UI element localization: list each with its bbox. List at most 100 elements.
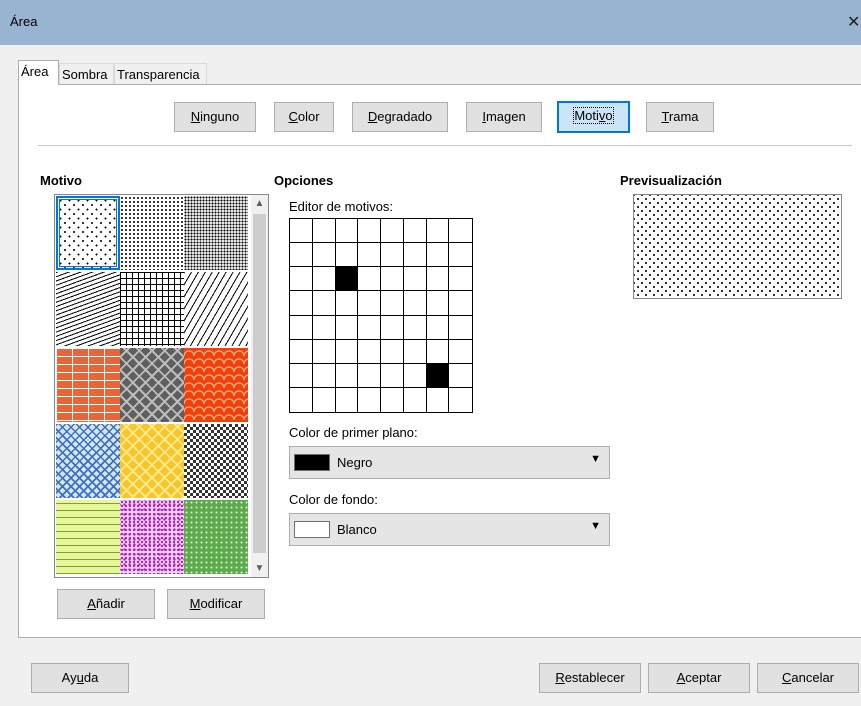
- pattern-swatch-waves-blue[interactable]: [56, 424, 120, 498]
- scroll-thumb[interactable]: [253, 214, 266, 553]
- pattern-editor-cell[interactable]: [404, 387, 427, 412]
- pattern-editor-cell[interactable]: [403, 291, 427, 316]
- pattern-editor-cell[interactable]: [403, 219, 427, 244]
- pattern-swatch-dots-sparse[interactable]: [56, 196, 120, 270]
- pattern-editor-cell[interactable]: [381, 387, 404, 412]
- pattern-editor-cell[interactable]: [312, 243, 336, 268]
- pattern-editor-cell[interactable]: [335, 219, 359, 244]
- pattern-swatch-small-grid[interactable]: [120, 272, 184, 346]
- fill-gradient-button[interactable]: Degradado: [352, 102, 448, 132]
- pattern-swatch-scales-red[interactable]: [184, 348, 248, 422]
- pattern-editor-cell[interactable]: [427, 387, 450, 412]
- pattern-swatch-speckle-magenta[interactable]: [120, 500, 184, 574]
- pattern-swatch-dots-dense[interactable]: [184, 196, 248, 270]
- cancel-button[interactable]: Cancelar: [757, 663, 859, 693]
- pattern-editor-cell[interactable]: [426, 315, 450, 340]
- pattern-editor-cell[interactable]: [290, 363, 313, 388]
- pattern-editor-cell[interactable]: [290, 387, 313, 412]
- pattern-editor-cell[interactable]: [312, 219, 336, 244]
- pattern-editor-cell[interactable]: [358, 315, 381, 340]
- pattern-editor-cell[interactable]: [403, 315, 427, 340]
- tab-area[interactable]: Área: [18, 60, 59, 85]
- pattern-swatch-zigzag-lines[interactable]: [56, 272, 120, 346]
- pattern-editor-cell[interactable]: [312, 339, 336, 364]
- pattern-editor-cell[interactable]: [381, 339, 404, 364]
- pattern-editor-cell[interactable]: [403, 267, 427, 292]
- pattern-editor-cell[interactable]: [335, 315, 359, 340]
- scroll-down-icon[interactable]: ▼: [251, 560, 268, 577]
- pattern-editor-cell[interactable]: [335, 363, 359, 388]
- pattern-swatch-dots-medium[interactable]: [120, 196, 184, 270]
- pattern-swatch-diagonal-dashes[interactable]: [184, 272, 248, 346]
- pattern-editor-grid[interactable]: [289, 218, 473, 413]
- pattern-editor-cell[interactable]: [335, 339, 359, 364]
- pattern-editor-cell[interactable]: [335, 267, 359, 292]
- pattern-swatch-speckle-green[interactable]: [184, 500, 248, 574]
- fill-image-button[interactable]: Imagen: [466, 102, 542, 132]
- pattern-editor-cell[interactable]: [426, 363, 450, 388]
- fill-none-button[interactable]: Ninguno: [174, 102, 256, 132]
- pattern-editor-cell[interactable]: [290, 339, 313, 364]
- reset-button[interactable]: Restablecer: [539, 663, 641, 693]
- fill-pattern-button[interactable]: Motivo: [557, 101, 630, 133]
- pattern-editor-cell[interactable]: [449, 267, 472, 292]
- pattern-editor-cell[interactable]: [381, 219, 404, 244]
- pattern-editor-cell[interactable]: [449, 340, 472, 364]
- pattern-editor-cell[interactable]: [403, 363, 427, 388]
- pattern-editor-cell[interactable]: [312, 291, 336, 316]
- pattern-editor-cell[interactable]: [290, 243, 313, 268]
- pattern-swatch-weave-gray[interactable]: [120, 348, 184, 422]
- fill-hatch-button[interactable]: Trama: [646, 102, 714, 132]
- pattern-list-scrollbar[interactable]: ▲ ▼: [251, 195, 268, 577]
- pattern-editor-cell[interactable]: [358, 387, 381, 412]
- pattern-editor-cell[interactable]: [381, 315, 404, 340]
- pattern-editor-cell[interactable]: [312, 363, 336, 388]
- pattern-swatch-checker-gray[interactable]: [184, 424, 248, 498]
- modify-button[interactable]: Modificar: [167, 589, 265, 619]
- pattern-editor-cell[interactable]: [449, 243, 472, 268]
- pattern-editor-cell[interactable]: [426, 219, 450, 244]
- pattern-editor-cell[interactable]: [358, 291, 381, 316]
- pattern-swatch-brick-orange[interactable]: [56, 348, 120, 422]
- close-icon[interactable]: ✕: [847, 12, 861, 32]
- tab-transparency[interactable]: Transparencia: [114, 63, 207, 84]
- pattern-swatch-dashes-lime[interactable]: [56, 500, 120, 574]
- fill-color-button[interactable]: Color: [274, 102, 334, 132]
- pattern-editor-cell[interactable]: [449, 388, 472, 412]
- pattern-swatch-weave-yellow[interactable]: [120, 424, 184, 498]
- tab-shadow[interactable]: Sombra: [59, 63, 114, 84]
- pattern-editor-cell[interactable]: [358, 267, 381, 292]
- pattern-editor-cell[interactable]: [358, 363, 381, 388]
- background-color-dropdown[interactable]: Blanco ▼: [289, 513, 610, 546]
- pattern-list[interactable]: ▲ ▼: [54, 194, 269, 578]
- pattern-editor-cell[interactable]: [381, 267, 404, 292]
- foreground-color-dropdown[interactable]: Negro ▼: [289, 446, 610, 479]
- pattern-editor-cell[interactable]: [335, 243, 359, 268]
- pattern-editor-cell[interactable]: [426, 267, 450, 292]
- pattern-editor-cell[interactable]: [312, 315, 336, 340]
- pattern-editor-cell[interactable]: [449, 364, 472, 388]
- pattern-editor-cell[interactable]: [426, 243, 450, 268]
- pattern-editor-cell[interactable]: [449, 291, 472, 316]
- pattern-editor-cell[interactable]: [335, 291, 359, 316]
- help-button[interactable]: Ayuda: [31, 663, 129, 693]
- pattern-editor-cell[interactable]: [426, 339, 450, 364]
- pattern-editor-cell[interactable]: [449, 316, 472, 340]
- pattern-editor-cell[interactable]: [290, 315, 313, 340]
- pattern-editor-cell[interactable]: [381, 363, 404, 388]
- pattern-editor-cell[interactable]: [403, 243, 427, 268]
- pattern-editor-cell[interactable]: [381, 243, 404, 268]
- pattern-editor-cell[interactable]: [358, 243, 381, 268]
- pattern-editor-cell[interactable]: [381, 291, 404, 316]
- pattern-editor-cell[interactable]: [403, 339, 427, 364]
- scroll-up-icon[interactable]: ▲: [251, 195, 268, 212]
- pattern-editor-cell[interactable]: [426, 291, 450, 316]
- pattern-editor-cell[interactable]: [449, 219, 472, 244]
- add-button[interactable]: Añadir: [57, 589, 155, 619]
- pattern-editor-cell[interactable]: [290, 291, 313, 316]
- pattern-editor-cell[interactable]: [290, 267, 313, 292]
- ok-button[interactable]: Aceptar: [648, 663, 750, 693]
- pattern-editor-cell[interactable]: [336, 387, 359, 412]
- pattern-editor-cell[interactable]: [312, 267, 336, 292]
- pattern-editor-cell[interactable]: [313, 387, 336, 412]
